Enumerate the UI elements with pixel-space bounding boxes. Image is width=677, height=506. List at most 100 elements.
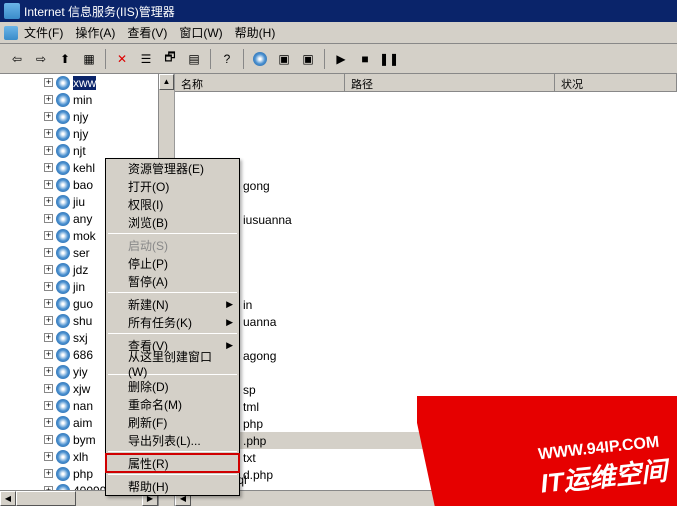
list-item[interactable]: in	[175, 296, 677, 313]
menu-window[interactable]: 窗口(W)	[179, 24, 222, 41]
expand-icon[interactable]: +	[44, 146, 53, 155]
expand-icon[interactable]: +	[44, 299, 53, 308]
list-item[interactable]	[175, 364, 677, 381]
menu-item[interactable]: 浏览(B)	[106, 213, 239, 231]
action1-button[interactable]: ▣	[273, 48, 295, 70]
show-tree-button[interactable]: ▦	[78, 48, 100, 70]
list-item[interactable]	[175, 92, 677, 109]
menu-item[interactable]: 删除(D)	[106, 377, 239, 395]
expand-icon[interactable]: +	[44, 452, 53, 461]
play-button[interactable]: ▶	[330, 48, 352, 70]
back-button[interactable]: ⇦	[6, 48, 28, 70]
list-item[interactable]	[175, 228, 677, 245]
tree-label: any	[73, 212, 92, 226]
menu-view[interactable]: 查看(V)	[127, 24, 167, 41]
menu-item[interactable]: 暂停(A)	[106, 272, 239, 290]
expand-icon[interactable]: +	[44, 350, 53, 359]
list-item[interactable]	[175, 245, 677, 262]
expand-icon[interactable]: +	[44, 401, 53, 410]
menu-item[interactable]: 权限(I)	[106, 195, 239, 213]
expand-icon[interactable]: +	[44, 367, 53, 376]
expand-icon[interactable]: +	[44, 265, 53, 274]
menu-item[interactable]: 所有任务(K)▶	[106, 313, 239, 331]
refresh-button[interactable]: 🗗	[159, 48, 181, 70]
menu-item[interactable]: 从这里创建窗口(W)	[106, 354, 239, 372]
expand-icon[interactable]: +	[44, 248, 53, 257]
properties-button[interactable]: ☰	[135, 48, 157, 70]
scroll-up-button[interactable]: ▲	[159, 74, 174, 90]
expand-icon[interactable]: +	[44, 180, 53, 189]
menu-item[interactable]: 刷新(F)	[106, 413, 239, 431]
menu-help[interactable]: 帮助(H)	[235, 24, 276, 41]
forward-button[interactable]: ⇨	[30, 48, 52, 70]
expand-icon[interactable]: +	[44, 163, 53, 172]
globe-button[interactable]	[249, 48, 271, 70]
tree-item[interactable]: + njy	[0, 125, 174, 142]
tree-item[interactable]: +njt	[0, 142, 174, 159]
menu-label: 帮助(H)	[128, 478, 169, 495]
col-path[interactable]: 路径	[345, 74, 555, 91]
list-item[interactable]: gong	[175, 177, 677, 194]
list-item[interactable]	[175, 143, 677, 160]
menu-item[interactable]: 停止(P)	[106, 254, 239, 272]
expand-icon[interactable]: +	[44, 95, 53, 104]
list-text: d.php	[243, 468, 273, 482]
expand-icon[interactable]: +	[44, 197, 53, 206]
toolbar: ⇦ ⇨ ⬆ ▦ ✕ ☰ 🗗 ▤ ? ▣ ▣ ▶ ■ ❚❚	[0, 44, 677, 74]
action2-button[interactable]: ▣	[297, 48, 319, 70]
menu-item[interactable]: 属性(R)	[106, 454, 239, 472]
expand-icon[interactable]: +	[44, 129, 53, 138]
expand-icon[interactable]: +	[44, 112, 53, 121]
list-item[interactable]	[175, 109, 677, 126]
delete-button[interactable]: ✕	[111, 48, 133, 70]
tree-item[interactable]: +njy	[0, 108, 174, 125]
menu-label: 启动(S)	[128, 237, 168, 254]
list-item[interactable]: iusuanna	[175, 211, 677, 228]
menu-item[interactable]: 新建(N)▶	[106, 295, 239, 313]
export-button[interactable]: ▤	[183, 48, 205, 70]
menu-label: 打开(O)	[128, 178, 169, 195]
expand-icon[interactable]: +	[44, 418, 53, 427]
list-item[interactable]	[175, 126, 677, 143]
menu-file[interactable]: 文件(F)	[24, 24, 63, 41]
tree-label: jin	[73, 280, 85, 294]
pause-button[interactable]: ❚❚	[378, 48, 400, 70]
expand-icon[interactable]: +	[44, 78, 53, 87]
scroll-thumb-h[interactable]	[16, 491, 76, 506]
list-item[interactable]: uanna	[175, 313, 677, 330]
expand-icon[interactable]: +	[44, 231, 53, 240]
list-item[interactable]	[175, 330, 677, 347]
tree-item[interactable]: + min	[0, 91, 174, 108]
expand-icon[interactable]: +	[44, 435, 53, 444]
site-icon	[56, 280, 70, 294]
list-item[interactable]	[175, 194, 677, 211]
expand-icon[interactable]: +	[44, 316, 53, 325]
stop-button[interactable]: ■	[354, 48, 376, 70]
col-status[interactable]: 状况	[555, 74, 677, 91]
menu-label: 暂停(A)	[128, 273, 168, 290]
list-item[interactable]	[175, 262, 677, 279]
list-item[interactable]: agong	[175, 347, 677, 364]
menu-item[interactable]: 导出列表(L)...	[106, 431, 239, 449]
tree-label: sxj	[73, 331, 88, 345]
expand-icon[interactable]: +	[44, 282, 53, 291]
submenu-arrow-icon: ▶	[226, 299, 233, 310]
tree-label: njy	[73, 127, 88, 141]
menu-item[interactable]: 重命名(M)	[106, 395, 239, 413]
expand-icon[interactable]: +	[44, 469, 53, 478]
expand-icon[interactable]: +	[44, 333, 53, 342]
list-item[interactable]	[175, 160, 677, 177]
menu-action[interactable]: 操作(A)	[75, 24, 115, 41]
expand-icon[interactable]: +	[44, 214, 53, 223]
tree-item[interactable]: +xww	[0, 74, 174, 91]
scroll-left-button[interactable]: ◀	[0, 491, 16, 506]
menu-item[interactable]: 资源管理器(E)	[106, 159, 239, 177]
list-item[interactable]	[175, 279, 677, 296]
menu-item[interactable]: 打开(O)	[106, 177, 239, 195]
up-button[interactable]: ⬆	[54, 48, 76, 70]
menu-item[interactable]: 帮助(H)	[106, 477, 239, 495]
tree-label: min	[73, 93, 92, 107]
help-button[interactable]: ?	[216, 48, 238, 70]
col-name[interactable]: 名称	[175, 74, 345, 91]
expand-icon[interactable]: +	[44, 384, 53, 393]
